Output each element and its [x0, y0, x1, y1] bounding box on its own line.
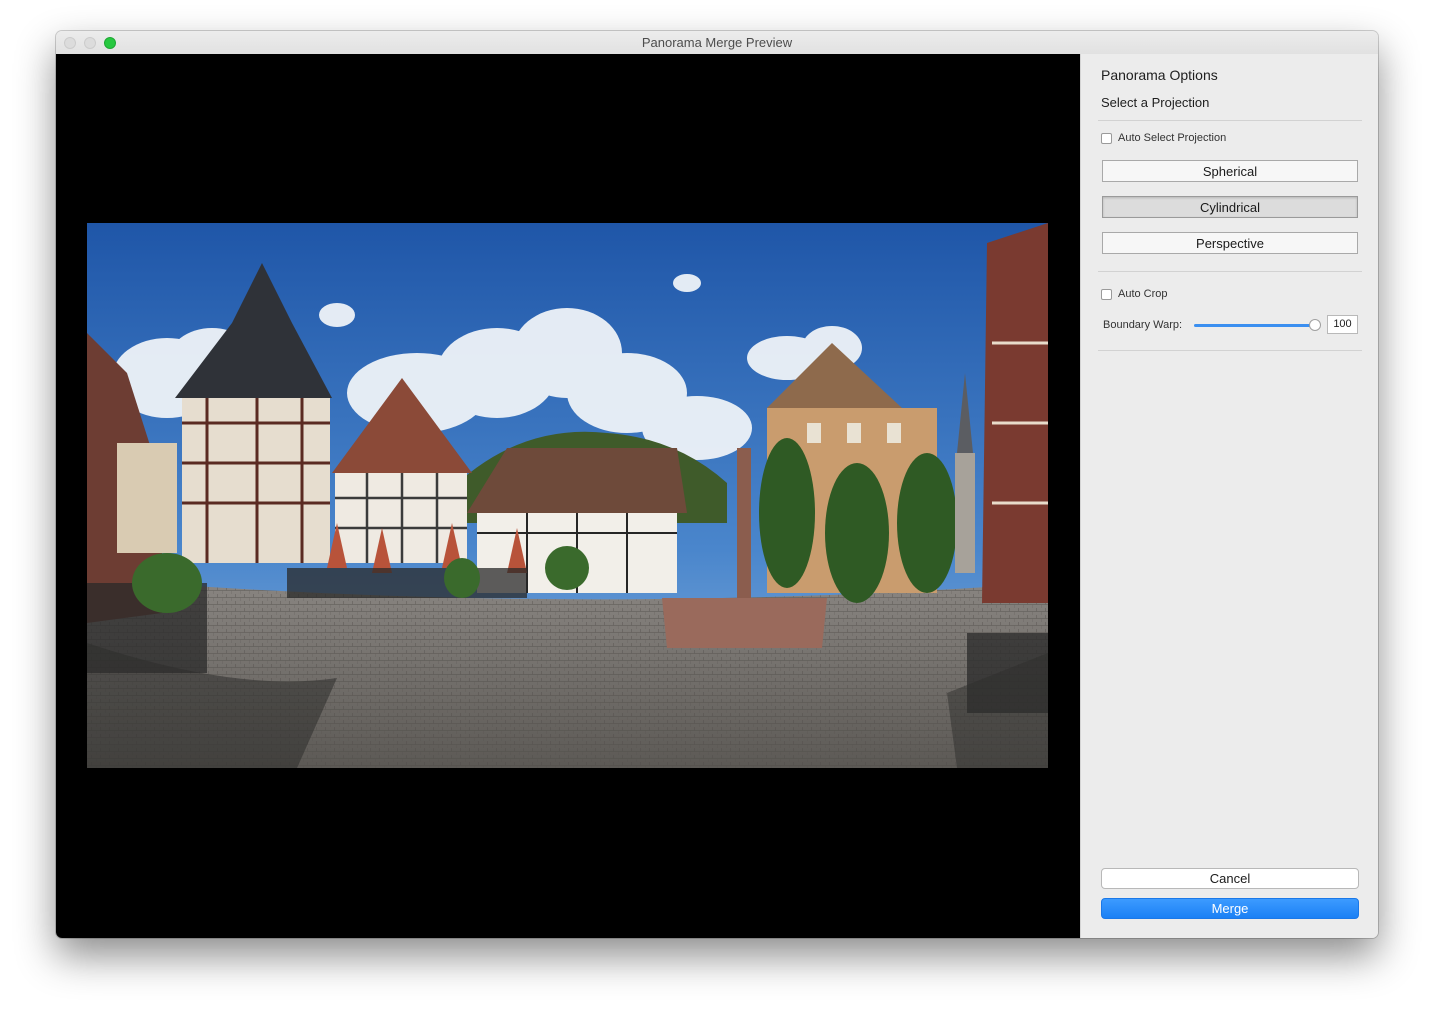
auto-crop-checkbox[interactable]	[1101, 288, 1112, 300]
boundary-warp-value-field[interactable]: 100	[1327, 315, 1358, 334]
panorama-options-title: Panorama Options	[1101, 67, 1218, 83]
title-bar[interactable]: Panorama Merge Preview	[56, 31, 1378, 55]
auto-crop-row[interactable]: Auto Crop	[1101, 288, 1168, 300]
close-window-button[interactable]	[64, 37, 76, 49]
select-projection-heading: Select a Projection	[1101, 95, 1210, 110]
boundary-warp-slider-track[interactable]	[1194, 324, 1314, 327]
divider	[1098, 120, 1362, 121]
spherical-projection-button[interactable]: Spherical	[1102, 160, 1358, 182]
boundary-warp-label: Boundary Warp:	[1103, 319, 1183, 331]
auto-crop-label: Auto Crop	[1118, 288, 1168, 300]
panorama-merge-window: Panorama Merge Preview Panorama Options …	[56, 31, 1378, 938]
divider	[1098, 350, 1362, 351]
auto-select-projection-row[interactable]: Auto Select Projection	[1101, 132, 1226, 144]
window-title: Panorama Merge Preview	[641, 35, 793, 50]
merge-button[interactable]: Merge	[1101, 898, 1359, 919]
cancel-button[interactable]: Cancel	[1101, 868, 1359, 889]
cylindrical-projection-button[interactable]: Cylindrical	[1102, 196, 1358, 218]
panorama-preview-image	[87, 223, 1048, 768]
divider	[1098, 271, 1362, 272]
auto-select-projection-label: Auto Select Projection	[1118, 132, 1227, 144]
boundary-warp-slider-knob[interactable]	[1309, 319, 1321, 331]
preview-area	[56, 54, 1080, 938]
zoom-window-button[interactable]	[104, 37, 116, 49]
panorama-options-panel: Panorama Options Select a Projection Aut…	[1080, 54, 1378, 938]
minimize-window-button[interactable]	[84, 37, 96, 49]
auto-select-projection-checkbox[interactable]	[1101, 132, 1112, 144]
perspective-projection-button[interactable]: Perspective	[1102, 232, 1358, 254]
